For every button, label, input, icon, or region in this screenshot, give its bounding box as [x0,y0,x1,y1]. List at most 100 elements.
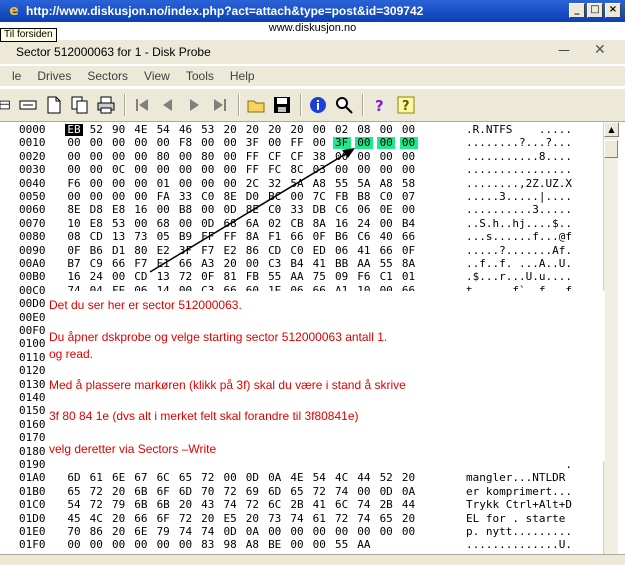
hex-byte[interactable]: 80 [199,150,217,163]
hex-byte[interactable]: 0F [310,231,328,243]
hex-byte[interactable]: 13 [110,231,128,243]
hex-byte[interactable]: C3 [266,258,284,270]
sector-view-icon[interactable] [16,93,40,117]
hex-byte[interactable]: 0A [243,526,261,538]
hex-byte[interactable]: 20 [400,512,418,525]
hex-byte[interactable]: 72 [243,499,261,511]
hex-byte[interactable]: 00 [177,539,195,551]
hex-byte[interactable]: 73 [266,512,284,525]
hex-byte[interactable]: 08 [65,231,83,243]
hex-byte[interactable]: 00 [87,539,105,551]
hex-byte[interactable]: 00 [110,150,128,163]
hex-byte[interactable]: 6B [154,499,172,511]
hex-byte[interactable]: E5 [221,512,239,525]
hex-byte[interactable]: 90 [110,124,128,136]
hex-byte[interactable]: 46 [177,124,195,136]
hex-byte[interactable]: 0F [199,271,217,283]
info-icon[interactable] [306,93,330,117]
hex-byte[interactable]: 00 [288,191,306,203]
hex-byte[interactable]: 79 [154,526,172,538]
hex-byte[interactable]: CD [132,271,150,283]
hex-byte[interactable]: 33 [288,204,306,216]
hex-byte[interactable]: 72 [310,485,328,498]
close-icon[interactable]: × [605,3,621,18]
hex-byte[interactable]: 0D [377,485,395,498]
hex-byte[interactable]: 44 [355,472,373,484]
hex-byte[interactable]: 00 [65,191,83,203]
hex-byte[interactable]: 74 [177,526,195,538]
hex-byte[interactable]: FB [333,191,351,203]
hex-byte[interactable]: 00 [154,137,172,149]
hex-byte[interactable]: 69 [243,485,261,498]
hex-byte[interactable]: 6A [243,217,261,230]
hex-byte[interactable]: 79 [110,499,128,511]
hex-byte[interactable]: 00 [199,204,217,216]
hex-byte[interactable]: 41 [310,499,328,511]
menu-tools[interactable]: Tools [178,69,222,83]
hex-byte[interactable]: 55 [266,271,284,283]
hex-byte[interactable]: 06 [333,244,351,257]
hex-byte[interactable]: 0D [243,472,261,484]
hex-row[interactable]: 0090 0F B6 D1 80 E2 3F F7 E2 86 CD C0 ED 06 41 66 0F....… [15,244,603,257]
hex-byte[interactable]: 0F [400,244,418,257]
hex-byte[interactable]: DB [310,204,328,216]
hex-byte[interactable]: CF [266,150,284,163]
menu-file[interactable]: le [0,69,29,83]
hex-byte[interactable]: F6 [355,271,373,283]
hex-byte[interactable]: 61 [310,512,328,525]
hex-byte[interactable]: E2 [154,244,172,257]
hex-row[interactable]: 0080 08 CD 13 73 05 B9 FF FF 8A F1 66 0F B6 C6 40 66 ...s… [15,231,603,243]
hex-byte[interactable]: 4C [87,512,105,525]
hex-byte[interactable]: 00 [400,150,418,163]
vertical-scrollbar[interactable]: ▲ [603,122,619,554]
hex-byte[interactable]: 00 [132,164,150,176]
hex-byte[interactable]: A3 [199,258,217,270]
hex-byte[interactable]: 45 [65,512,83,525]
hex-byte[interactable]: 00 [199,164,217,176]
hex-byte[interactable]: 00 [65,150,83,163]
hex-byte[interactable]: ED [310,244,328,257]
hex-byte[interactable]: 20 [243,124,261,136]
hex-byte[interactable]: E2 [221,244,239,257]
hex-byte[interactable]: E8 [110,204,128,216]
previous-sector-icon[interactable] [156,93,180,117]
hex-byte[interactable]: 6F [154,512,172,525]
hex-byte[interactable]: 00 [65,539,83,551]
hex-byte[interactable]: 00 [310,526,328,538]
hex-byte[interactable]: 8A [243,231,261,243]
hex-byte[interactable]: 02 [266,217,284,230]
hex-byte[interactable]: 66 [400,231,418,243]
hex-byte[interactable]: 00 [221,150,239,163]
hex-byte[interactable]: 00 [355,485,373,498]
hex-byte[interactable]: C6 [333,204,351,216]
hex-byte[interactable]: 75 [310,271,328,283]
hex-byte[interactable]: 6D [65,472,83,484]
hex-byte[interactable]: 00 [154,164,172,176]
hex-row[interactable]: 01D0 45 4C 20 66 6F 72 20 E5 20 73 74 61 72 74 65 20 EL f… [15,512,603,525]
hex-byte[interactable]: 03 [310,164,328,176]
hex-byte[interactable]: 41 [355,244,373,257]
hex-byte[interactable]: 00 [132,191,150,203]
hex-byte[interactable]: FF [243,164,261,176]
hex-byte[interactable]: 6E [132,526,150,538]
hex-byte[interactable]: 53 [199,124,217,136]
hex-byte[interactable]: 00 [221,177,239,190]
hex-byte[interactable]: 09 [333,271,351,283]
hex-byte[interactable]: 6D [266,485,284,498]
hex-byte[interactable]: CD [266,244,284,257]
hex-byte[interactable]: F6 [65,177,83,190]
hex-byte[interactable]: C1 [377,271,395,283]
hex-byte[interactable]: 16 [132,204,150,216]
hex-byte[interactable]: 00 [266,137,284,149]
hex-byte[interactable]: 00 [110,191,128,203]
hex-byte[interactable]: 65 [288,485,306,498]
hex-byte[interactable]: 00 [354,137,373,150]
hex-byte[interactable]: 74 [221,499,239,511]
hex-byte[interactable]: 05 [154,231,172,243]
hex-byte[interactable]: 66 [377,244,395,257]
hex-row[interactable]: 01C0 54 72 79 6B 6B 20 43 74 72 6C 2B 41 6C 74 2B 44 Tryk… [15,499,603,511]
hex-byte[interactable]: 86 [243,244,261,257]
hex-byte[interactable]: F7 [132,258,150,270]
hex-byte[interactable]: 01 [400,271,418,283]
hex-byte[interactable]: 00 [221,164,239,176]
